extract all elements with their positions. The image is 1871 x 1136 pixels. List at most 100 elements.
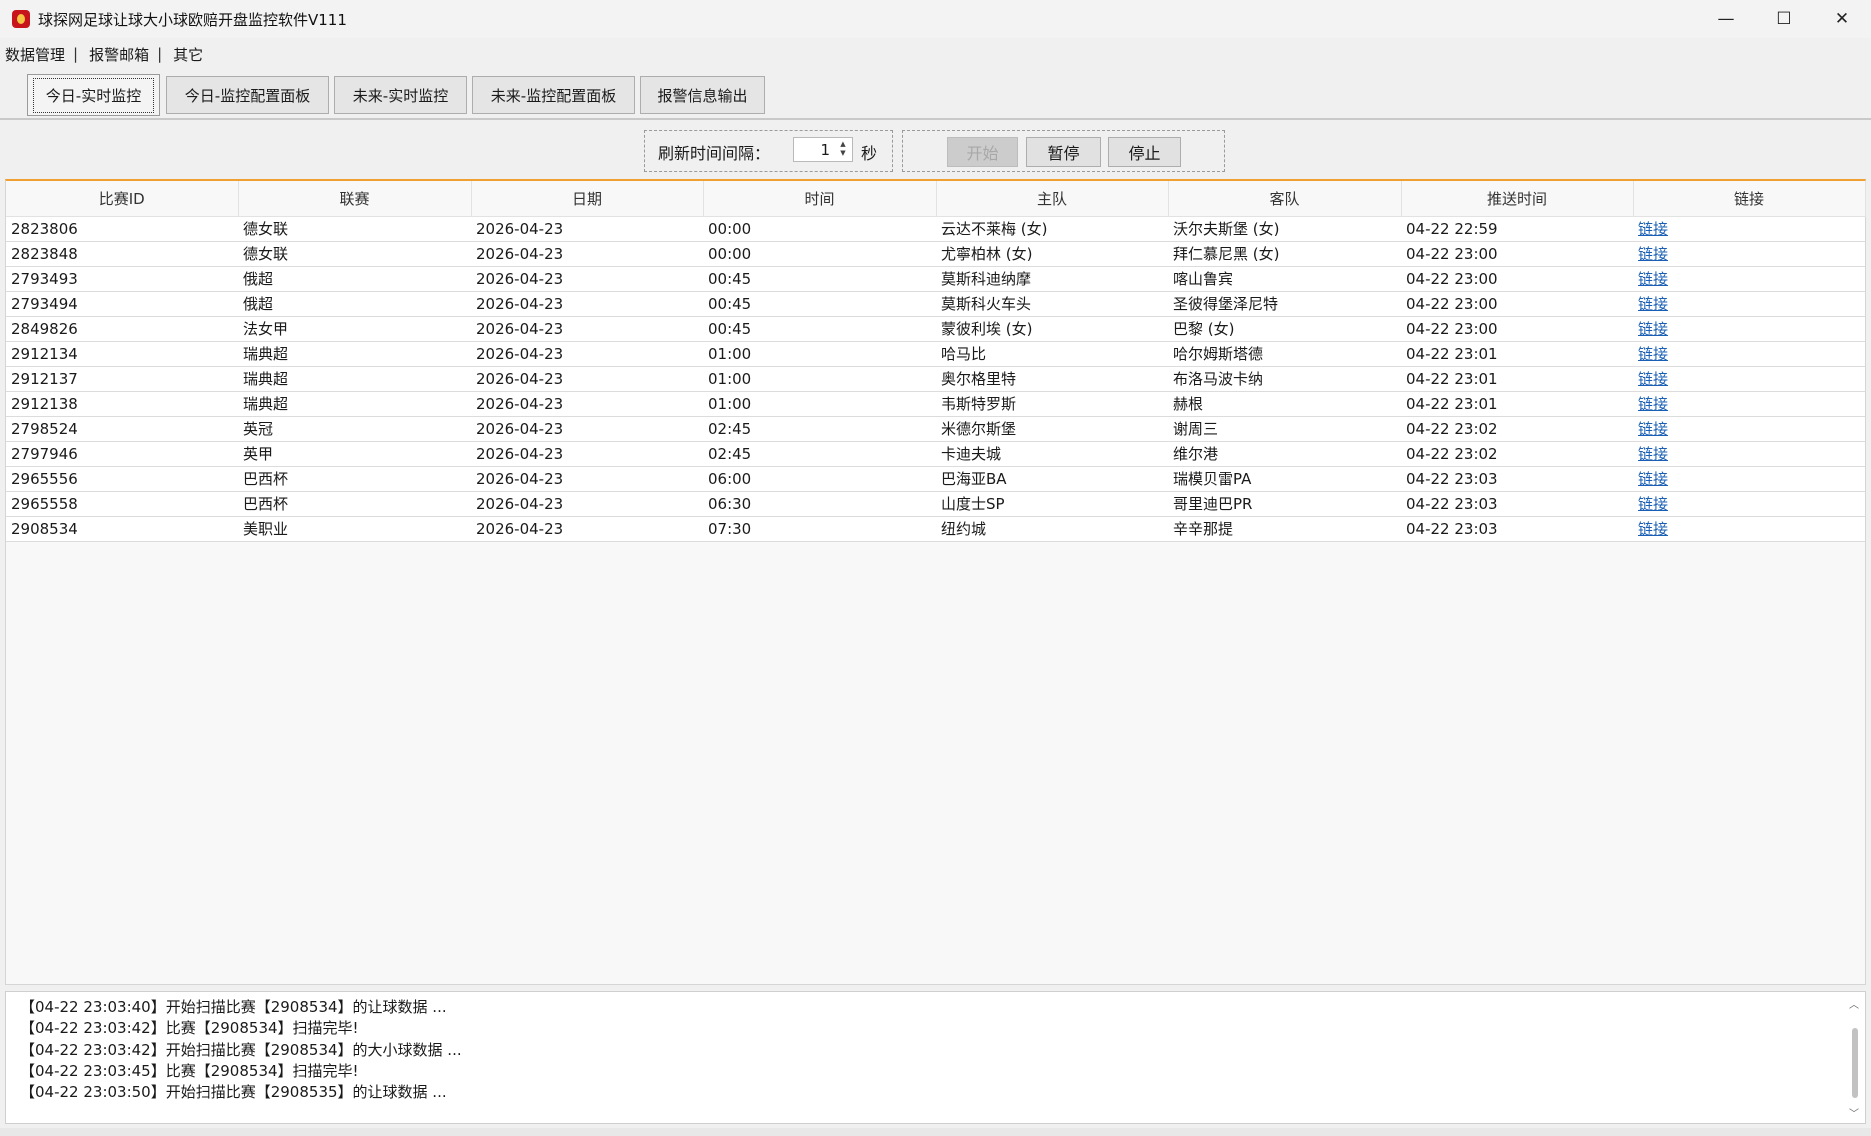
match-link[interactable]: 链接 [1638, 245, 1668, 263]
scroll-up-icon[interactable]: ︿ [1849, 996, 1859, 1011]
match-link[interactable]: 链接 [1638, 370, 1668, 388]
tab-today-realtime[interactable]: 今日-实时监控 [27, 74, 160, 116]
link-cell: 链接 [1633, 391, 1865, 417]
close-button[interactable]: ✕ [1813, 0, 1871, 38]
column-header[interactable]: 主队 [936, 181, 1169, 217]
column-header[interactable]: 链接 [1633, 181, 1866, 217]
table-row[interactable]: 2797946 英甲 2026-04-23 02:45 卡迪夫城 维尔港 04-22 23:… [6, 441, 1865, 467]
start-button[interactable]: 开始 [947, 137, 1018, 167]
table-row[interactable]: 2912138 瑞典超 2026-04-23 01:00 韦斯特罗斯 赫根 04-22 23… [6, 391, 1865, 417]
table-row[interactable]: 2823848 德女联 2026-04-23 00:00 尤寧柏林 (女) 拜仁慕尼黑 (… [6, 241, 1865, 267]
match-link[interactable]: 链接 [1638, 220, 1668, 238]
log-line: 【04-22 23:03:50】开始扫描比赛【2908535】的让球数据 ... [20, 1083, 447, 1102]
table-row[interactable]: 2793493 俄超 2026-04-23 00:45 莫斯科迪纳摩 喀山鲁宾 04-22 … [6, 266, 1865, 292]
date-cell: 2026-04-23 [471, 266, 703, 292]
stop-button[interactable]: 停止 [1108, 137, 1181, 167]
match-link[interactable]: 链接 [1638, 445, 1668, 463]
push-time-cell: 04-22 23:00 [1401, 266, 1633, 292]
link-cell: 链接 [1633, 491, 1865, 517]
tab-alert-output[interactable]: 报警信息输出 [640, 76, 765, 114]
home-team-cell: 莫斯科迪纳摩 [936, 266, 1168, 292]
match-link[interactable]: 链接 [1638, 320, 1668, 338]
table-row[interactable]: 2912134 瑞典超 2026-04-23 01:00 哈马比 哈尔姆斯塔德 04-22 … [6, 341, 1865, 367]
time-cell: 02:45 [703, 416, 936, 442]
column-header[interactable]: 客队 [1168, 181, 1402, 217]
date-cell: 2026-04-23 [471, 466, 703, 492]
menu-data-management[interactable]: 数据管理 [0, 44, 67, 65]
minimize-button[interactable]: — [1697, 0, 1755, 38]
time-cell: 07:30 [703, 516, 936, 542]
menu-alert-email[interactable]: 报警邮箱 [84, 44, 151, 65]
league-cell: 瑞典超 [238, 341, 471, 367]
column-header[interactable]: 联赛 [238, 181, 472, 217]
interval-stepper[interactable]: 1 ▲ ▼ [793, 137, 853, 162]
column-header[interactable]: 比赛ID [6, 181, 239, 217]
link-cell: 链接 [1633, 266, 1865, 292]
table-row[interactable]: 2908534 美职业 2026-04-23 07:30 纽约城 辛辛那提 04-22 23… [6, 516, 1865, 542]
table-row[interactable]: 2965556 巴西杯 2026-04-23 06:00 巴海亚BA 瑞模贝雷PA 04-2… [6, 466, 1865, 492]
log-output[interactable]: 【04-22 23:03:40】开始扫描比赛【2908534】的让球数据 ...… [5, 991, 1866, 1124]
home-team-cell: 山度士SP [936, 491, 1168, 517]
match-link[interactable]: 链接 [1638, 420, 1668, 438]
tab-divider [0, 118, 1871, 120]
date-cell: 2026-04-23 [471, 291, 703, 317]
menu-other[interactable]: 其它 [168, 44, 205, 65]
league-cell: 巴西杯 [238, 466, 471, 492]
away-team-cell: 哈尔姆斯塔德 [1168, 341, 1401, 367]
column-header[interactable]: 时间 [703, 181, 937, 217]
match-id-cell: 2793493 [6, 266, 238, 292]
match-id-cell: 2965556 [6, 466, 238, 492]
match-id-cell: 2797946 [6, 441, 238, 467]
link-cell: 链接 [1633, 241, 1865, 267]
time-cell: 00:45 [703, 316, 936, 342]
scroll-down-icon[interactable]: ﹀ [1849, 1105, 1859, 1120]
tab-future-config[interactable]: 未来-监控配置面板 [472, 76, 635, 114]
maximize-button[interactable]: ☐ [1755, 0, 1813, 38]
match-link[interactable]: 链接 [1638, 345, 1668, 363]
league-cell: 巴西杯 [238, 491, 471, 517]
match-link[interactable]: 链接 [1638, 520, 1668, 538]
home-team-cell: 米德尔斯堡 [936, 416, 1168, 442]
table-body: 2823806 德女联 2026-04-23 00:00 云达不莱梅 (女) 沃尔夫斯堡 … [6, 216, 1865, 542]
match-link[interactable]: 链接 [1638, 395, 1668, 413]
table-row[interactable]: 2849826 法女甲 2026-04-23 00:45 蒙彼利埃 (女) 巴黎 (女) 0… [6, 316, 1865, 342]
tab-label: 未来-实时监控 [352, 86, 449, 105]
push-time-cell: 04-22 23:02 [1401, 441, 1633, 467]
table-row[interactable]: 2793494 俄超 2026-04-23 00:45 莫斯科火车头 圣彼得堡泽尼特 04-… [6, 291, 1865, 317]
log-line: 【04-22 23:03:42】比赛【2908534】扫描完毕! [20, 1019, 359, 1038]
away-team-cell: 圣彼得堡泽尼特 [1168, 291, 1401, 317]
match-id-cell: 2798524 [6, 416, 238, 442]
link-cell: 链接 [1633, 516, 1865, 542]
match-link[interactable]: 链接 [1638, 495, 1668, 513]
table-row[interactable]: 2912137 瑞典超 2026-04-23 01:00 奥尔格里特 布洛马波卡纳 04-2… [6, 366, 1865, 392]
column-header[interactable]: 日期 [471, 181, 704, 217]
league-cell: 俄超 [238, 291, 471, 317]
table-row[interactable]: 2823806 德女联 2026-04-23 00:00 云达不莱梅 (女) 沃尔夫斯堡 … [6, 216, 1865, 242]
column-header[interactable]: 推送时间 [1401, 181, 1634, 217]
match-link[interactable]: 链接 [1638, 295, 1668, 313]
tab-future-realtime[interactable]: 未来-实时监控 [334, 76, 467, 114]
home-team-cell: 纽约城 [936, 516, 1168, 542]
date-cell: 2026-04-23 [471, 516, 703, 542]
scroll-thumb[interactable] [1852, 1028, 1858, 1098]
match-link[interactable]: 链接 [1638, 270, 1668, 288]
stepper-up-icon[interactable]: ▲ [836, 140, 850, 149]
log-line: 【04-22 23:03:42】开始扫描比赛【2908534】的大小球数据 ..… [20, 1040, 462, 1059]
log-scrollbar[interactable]: ︿ ﹀ [1849, 996, 1861, 1120]
interval-label: 刷新时间间隔： [658, 144, 771, 163]
league-cell: 瑞典超 [238, 391, 471, 417]
time-cell: 01:00 [703, 391, 936, 417]
table-row[interactable]: 2965558 巴西杯 2026-04-23 06:30 山度士SP 哥里迪巴PR 04-2… [6, 491, 1865, 517]
match-link[interactable]: 链接 [1638, 470, 1668, 488]
time-cell: 00:00 [703, 241, 936, 267]
stepper-down-icon[interactable]: ▼ [836, 149, 850, 158]
match-id-cell: 2849826 [6, 316, 238, 342]
home-team-cell: 韦斯特罗斯 [936, 391, 1168, 417]
league-cell: 英冠 [238, 416, 471, 442]
table-row[interactable]: 2798524 英冠 2026-04-23 02:45 米德尔斯堡 谢周三 04-22 23… [6, 416, 1865, 442]
pause-button[interactable]: 暂停 [1026, 137, 1101, 167]
match-id-cell: 2965558 [6, 491, 238, 517]
link-cell: 链接 [1633, 416, 1865, 442]
tab-today-config[interactable]: 今日-监控配置面板 [166, 76, 329, 114]
away-team-cell: 布洛马波卡纳 [1168, 366, 1401, 392]
